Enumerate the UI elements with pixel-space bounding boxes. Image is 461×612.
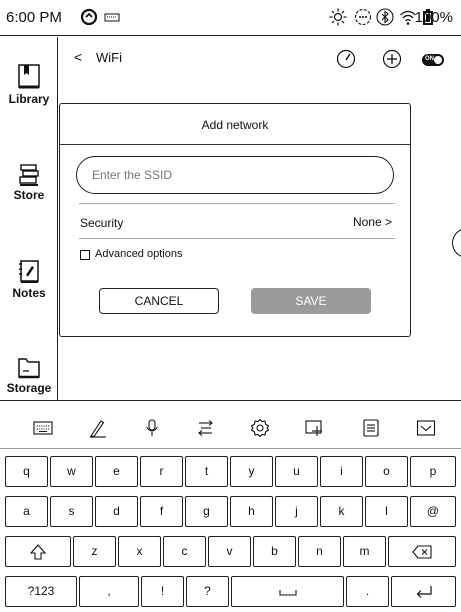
resize-keyboard-icon[interactable] <box>305 418 325 438</box>
speed-test-icon[interactable] <box>336 49 356 69</box>
keyboard-toolbar <box>0 401 461 449</box>
backspace-key[interactable] <box>388 536 456 567</box>
advanced-options-checkbox[interactable] <box>80 250 90 260</box>
divider <box>79 203 395 204</box>
ssid-input[interactable] <box>76 156 394 194</box>
sidebar-item-store[interactable]: Store <box>0 164 58 202</box>
shift-key[interactable] <box>5 536 71 567</box>
key-n[interactable]: n <box>298 536 341 567</box>
key-m[interactable]: m <box>343 536 386 567</box>
page-title: WiFi <box>96 50 122 65</box>
handwriting-icon[interactable] <box>88 418 108 438</box>
key-k[interactable]: k <box>320 496 363 527</box>
key-h[interactable]: h <box>230 496 273 527</box>
space-key[interactable] <box>231 576 344 607</box>
sidebar-item-storage[interactable]: Storage <box>0 357 58 395</box>
add-network-icon[interactable] <box>382 49 402 69</box>
key-z[interactable]: z <box>73 536 116 567</box>
symbols-key[interactable]: ?123 <box>5 576 77 607</box>
enter-key[interactable] <box>391 576 456 607</box>
key-v[interactable]: v <box>208 536 251 567</box>
key-y[interactable]: y <box>230 456 273 487</box>
security-label: Security <box>80 216 124 230</box>
back-button[interactable]: < <box>74 49 82 65</box>
key-at[interactable]: @ <box>410 496 456 527</box>
status-bar: 6:00 PM 100% <box>0 0 461 36</box>
key-t[interactable]: t <box>185 456 228 487</box>
key-s[interactable]: s <box>50 496 93 527</box>
key-comma[interactable]: , <box>79 576 139 607</box>
sidebar-item-label: Notes <box>12 286 46 300</box>
key-w[interactable]: w <box>50 456 93 487</box>
toggle-knob <box>434 56 442 64</box>
key-d[interactable]: d <box>95 496 138 527</box>
sync-status-icon <box>80 8 98 26</box>
key-p[interactable]: p <box>410 456 456 487</box>
sidebar-item-label: Library <box>8 92 50 106</box>
key-x[interactable]: x <box>118 536 161 567</box>
key-r[interactable]: r <box>140 456 183 487</box>
brightness-icon <box>329 8 347 26</box>
clipboard-icon[interactable] <box>361 418 381 438</box>
key-period[interactable]: . <box>346 576 389 607</box>
key-o[interactable]: o <box>365 456 408 487</box>
wifi-header: < WiFi ON <box>58 37 461 82</box>
auto-rotate-icon <box>354 8 372 26</box>
space-icon <box>278 590 297 596</box>
sidebar-item-library[interactable]: Library <box>0 64 58 106</box>
hide-keyboard-icon[interactable] <box>416 418 436 438</box>
side-handle[interactable] <box>452 228 461 258</box>
divider <box>60 144 410 145</box>
sidebar-item-notes[interactable]: Notes <box>0 260 58 300</box>
key-b[interactable]: b <box>253 536 296 567</box>
key-j[interactable]: j <box>275 496 318 527</box>
security-select[interactable]: None > <box>353 215 392 229</box>
backspace-icon <box>412 545 432 559</box>
keyboard-layout-icon[interactable] <box>33 418 53 438</box>
dialog-title: Add network <box>201 118 269 132</box>
save-button[interactable]: SAVE <box>251 288 371 314</box>
sidebar: Library Store Notes Storage <box>0 37 58 400</box>
key-c[interactable]: c <box>163 536 206 567</box>
library-icon <box>18 64 40 89</box>
key-i[interactable]: i <box>320 456 363 487</box>
shift-icon <box>29 544 47 560</box>
microphone-icon[interactable] <box>142 418 162 438</box>
sidebar-item-label: Storage <box>6 381 52 395</box>
storage-icon <box>18 358 40 379</box>
notes-icon <box>19 260 39 283</box>
key-q[interactable]: q <box>5 456 48 487</box>
settings-gear-icon[interactable] <box>250 418 270 438</box>
cursor-move-icon[interactable] <box>196 418 216 438</box>
key-a[interactable]: a <box>5 496 48 527</box>
cancel-button[interactable]: CANCEL <box>99 288 219 314</box>
key-l[interactable]: l <box>365 496 408 527</box>
divider <box>79 238 395 239</box>
on-screen-keyboard: q w e r t y u i o p a s d f g h j k l @ … <box>0 400 461 612</box>
battery-percent: 100% <box>414 9 453 26</box>
key-exclamation[interactable]: ! <box>141 576 184 607</box>
key-u[interactable]: u <box>275 456 318 487</box>
store-icon <box>19 164 39 186</box>
keyboard-status-icon <box>104 13 120 22</box>
advanced-options-label[interactable]: Advanced options <box>95 248 182 260</box>
key-g[interactable]: g <box>185 496 228 527</box>
key-f[interactable]: f <box>140 496 183 527</box>
key-e[interactable]: e <box>95 456 138 487</box>
add-network-dialog: Add network Security None > Advanced opt… <box>59 103 411 337</box>
status-time: 6:00 PM <box>6 9 62 26</box>
enter-icon <box>416 586 432 598</box>
toggle-label: ON <box>425 56 434 62</box>
bluetooth-icon <box>376 8 394 26</box>
sidebar-item-label: Store <box>13 188 45 202</box>
key-question[interactable]: ? <box>186 576 229 607</box>
wifi-toggle[interactable]: ON <box>422 54 444 66</box>
